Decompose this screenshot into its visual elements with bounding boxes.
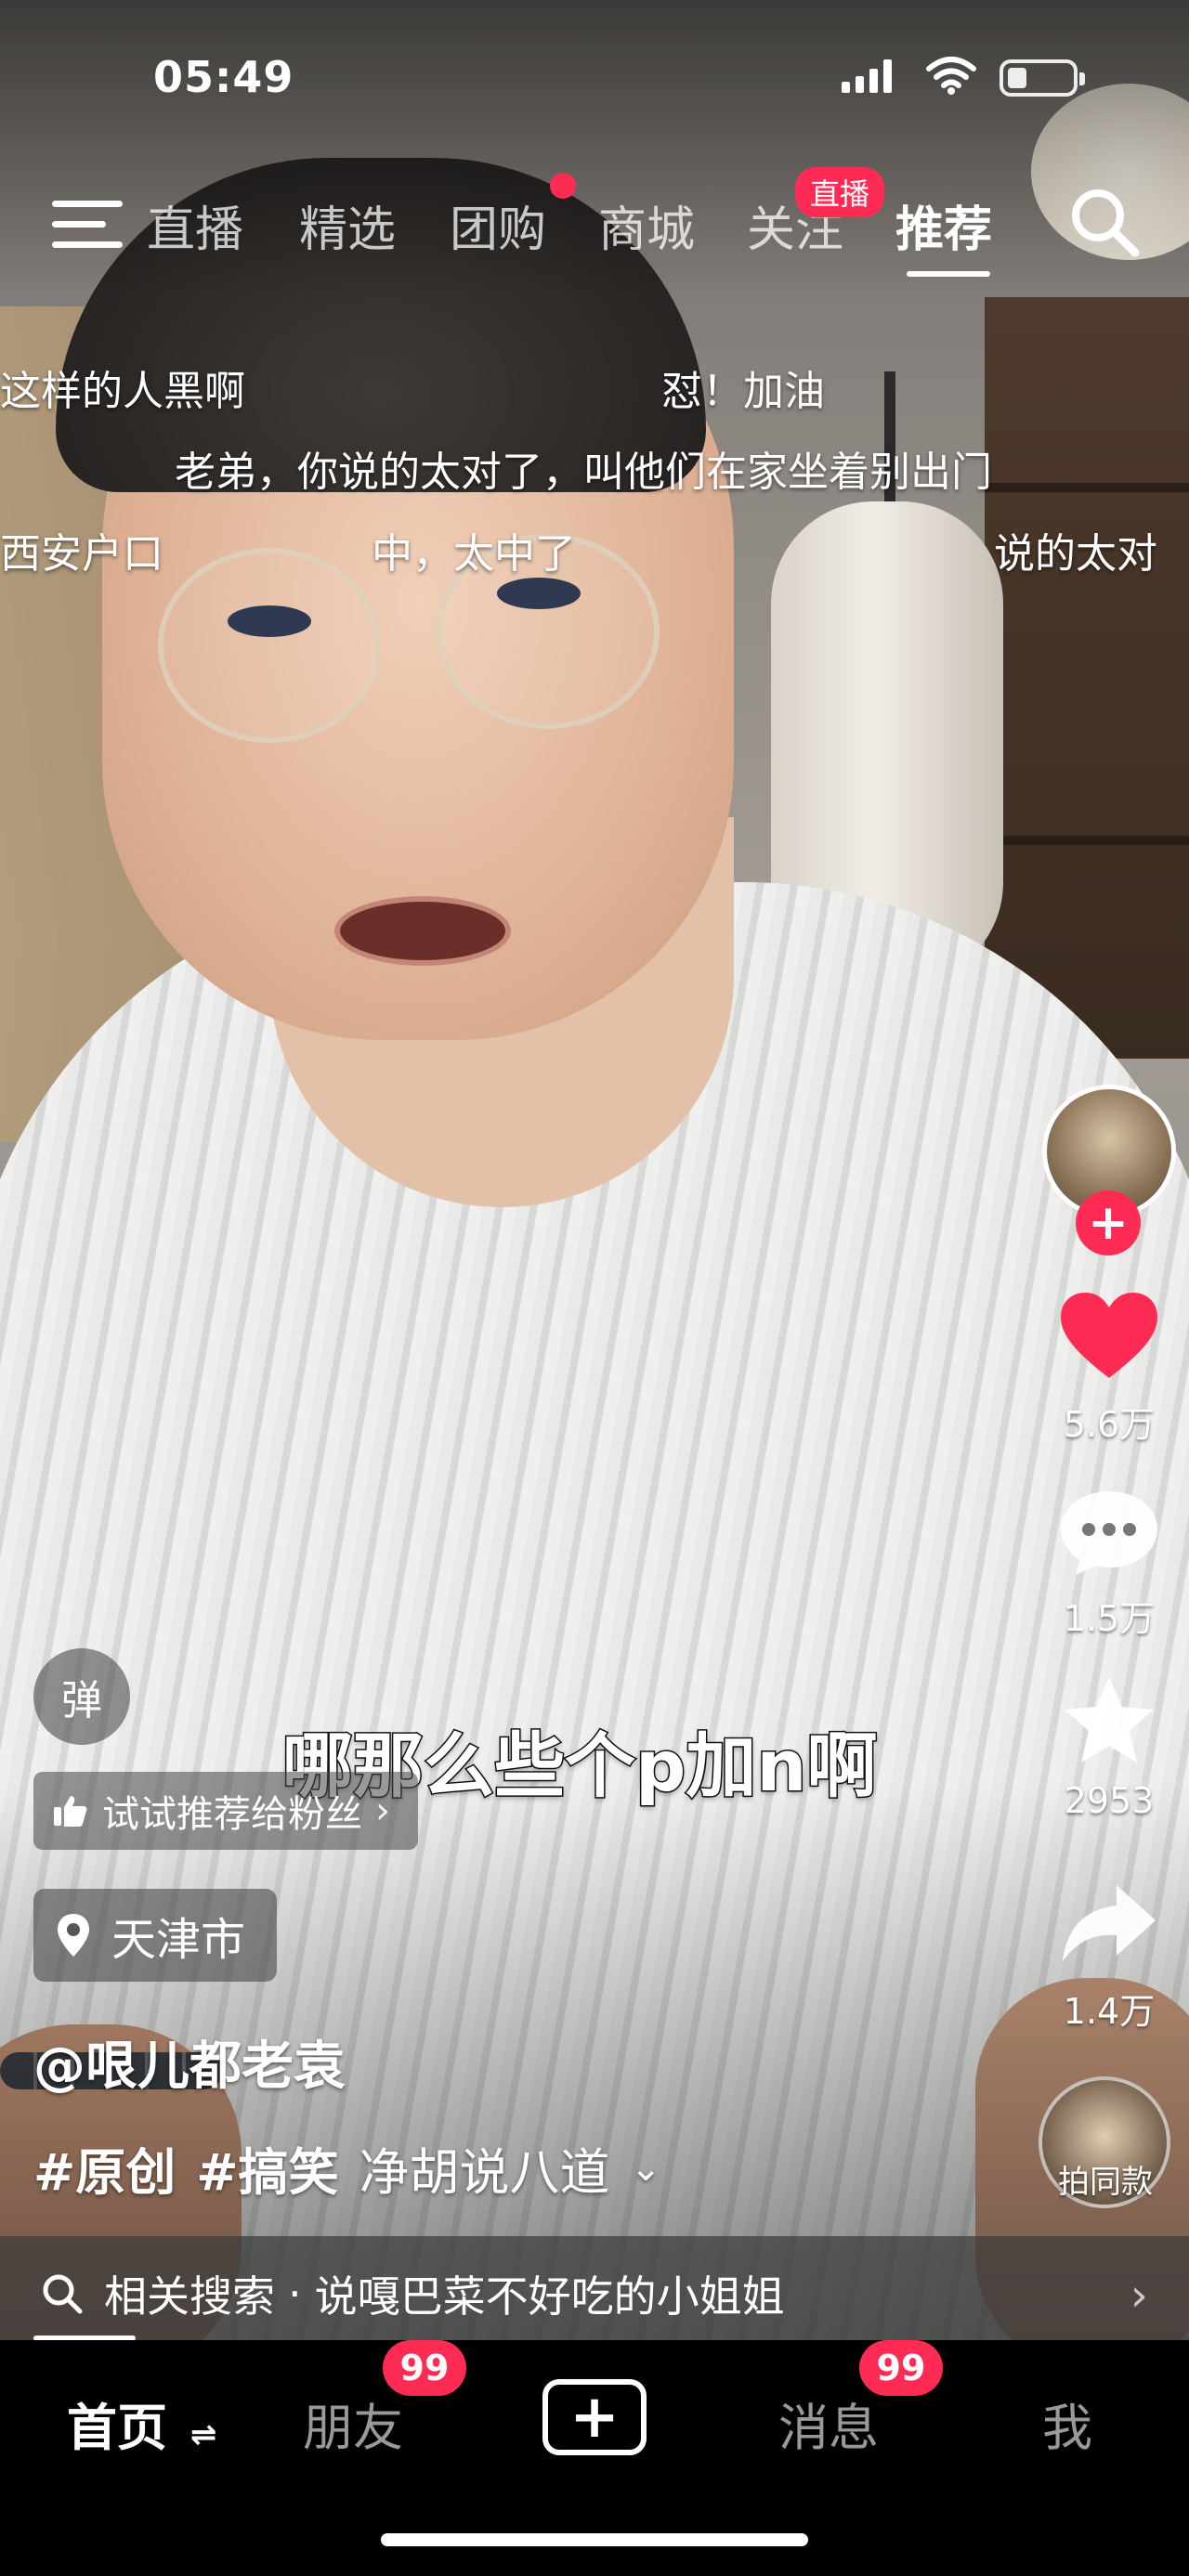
hashtag[interactable]: #原创 <box>33 2131 176 2205</box>
person-eye <box>497 578 581 609</box>
tab-featured[interactable]: 精选 <box>299 190 396 260</box>
like-heart-icon[interactable] <box>1057 1291 1161 1384</box>
danmaku-comment: 说的太对 <box>994 530 1157 578</box>
related-search-prefix: 相关搜索 <box>104 2271 275 2322</box>
favorite-star-icon[interactable] <box>1057 1673 1161 1766</box>
related-search-bar[interactable]: 相关搜索 · 说嘎巴菜不好吃的小姐姐 › <box>0 2236 1189 2351</box>
menu-icon[interactable] <box>52 197 123 253</box>
share-arrow-icon[interactable] <box>1057 1876 1161 1969</box>
live-badge: 直播 <box>795 167 885 217</box>
tab-group-buy[interactable]: 团购 <box>450 190 546 260</box>
battery-icon <box>1000 59 1085 97</box>
danmaku-comment: 怼！加油 <box>661 368 825 415</box>
separator-dot: · <box>288 2269 302 2319</box>
recommend-chip-label: 试试推荐给粉丝 <box>102 1793 362 1836</box>
nav-messages[interactable]: 消息 <box>778 2387 879 2460</box>
tab-mall[interactable]: 商城 <box>598 190 695 260</box>
person-eye <box>228 605 311 637</box>
glasses-left-lens <box>158 548 381 743</box>
chevron-right-icon: › <box>375 1789 390 1832</box>
favorite-count: 2953 <box>1064 1780 1155 1821</box>
cellular-signal-icon <box>842 59 892 93</box>
active-tab-indicator <box>907 271 990 277</box>
tab-recommended[interactable]: 推荐 <box>895 190 992 260</box>
nav-home-label: 首页 <box>67 2399 167 2457</box>
danmaku-comment: 老弟，你说的太对了，叫他们在家坐着别出门 <box>175 449 992 496</box>
search-icon <box>43 2274 83 2314</box>
search-icon[interactable] <box>1066 184 1143 260</box>
expand-caption-icon[interactable]: ⌄ <box>631 2147 662 2190</box>
nav-me-label: 我 <box>1042 2399 1092 2457</box>
share-count: 1.4万 <box>1063 1991 1156 2032</box>
nav-friends-label: 朋友 <box>303 2399 403 2457</box>
make-same-label[interactable]: 拍同款 <box>1022 2156 1189 2202</box>
like-count: 5.6万 <box>1063 1404 1156 1445</box>
nav-me[interactable]: 我 <box>1042 2387 1092 2460</box>
bottom-navigation: 首页 ⇌ 朋友 99 + 消息 99 我 <box>0 2340 1189 2576</box>
recommend-to-fans-button[interactable]: 试试推荐给粉丝 › <box>33 1772 418 1850</box>
nav-messages-label: 消息 <box>778 2399 879 2457</box>
danmaku-toggle-button[interactable]: 弹 <box>33 1648 130 1745</box>
home-indicator[interactable] <box>381 2533 808 2546</box>
nav-home[interactable]: 首页 ⇌ <box>67 2387 216 2460</box>
person-mouth <box>334 896 511 966</box>
author-name[interactable]: @哏儿都老袁 <box>33 2024 346 2100</box>
background-shelf <box>985 297 1189 1059</box>
danmaku-comment: 中，太中了 <box>372 530 576 578</box>
comment-icon[interactable] <box>1057 1486 1161 1579</box>
related-search-query: 说嘎巴菜不好吃的小姐姐 <box>314 2271 785 2322</box>
notification-dot <box>550 173 576 199</box>
caption-text: 净胡说八道 <box>359 2143 610 2202</box>
location-pin-icon <box>58 1914 89 1957</box>
follow-button[interactable]: + <box>1076 1190 1141 1255</box>
danmaku-comment: 这样的人黑啊 <box>0 368 245 415</box>
nav-friends[interactable]: 朋友 <box>303 2387 403 2460</box>
danmaku-comment: 西安户口 <box>0 530 163 578</box>
shelf-board <box>985 836 1189 845</box>
friends-badge: 99 <box>383 2340 466 2396</box>
wifi-icon <box>926 57 976 95</box>
comment-count: 1.5万 <box>1063 1598 1156 1639</box>
chevron-right-icon: › <box>1130 2270 1148 2322</box>
messages-badge: 99 <box>859 2340 943 2396</box>
tab-live[interactable]: 直播 <box>147 190 243 260</box>
video-caption[interactable]: #原创 #搞笑 净胡说八道 ⌄ <box>33 2131 661 2205</box>
hashtag[interactable]: #搞笑 <box>196 2131 338 2205</box>
location-label: 天津市 <box>111 1914 246 1966</box>
video-player[interactable] <box>0 0 1189 2340</box>
switch-feed-icon: ⇌ <box>189 2416 217 2453</box>
thumbs-up-icon <box>54 1796 87 1827</box>
status-time: 05:49 <box>153 52 294 102</box>
location-tag[interactable]: 天津市 <box>33 1889 278 1982</box>
create-post-button[interactable]: + <box>542 2379 647 2455</box>
shelf-board <box>985 483 1189 492</box>
